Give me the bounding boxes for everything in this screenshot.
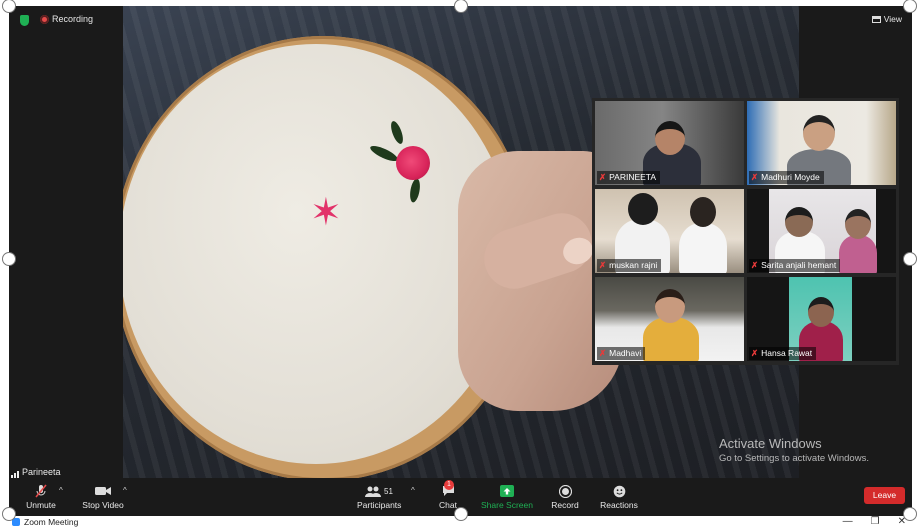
- recording-icon[interactable]: [40, 15, 49, 24]
- participant-head: [655, 121, 685, 155]
- participant-head: [690, 197, 716, 227]
- active-speaker-name: Parineeta: [22, 467, 61, 477]
- unmute-label: Unmute: [26, 500, 56, 510]
- chat-unread-badge: 1: [444, 480, 454, 490]
- video-camera-icon: [81, 483, 125, 499]
- participant-name: Sarita anjali hemant: [761, 260, 837, 270]
- video-tile[interactable]: ✗ Madhavi: [595, 277, 744, 361]
- muted-mic-icon: ✗: [751, 172, 759, 182]
- participant-head: [655, 289, 685, 323]
- stop-video-button[interactable]: Stop Video: [81, 483, 125, 511]
- participant-body: [839, 235, 877, 273]
- activate-windows-watermark: Activate Windows Go to Settings to activ…: [719, 436, 869, 465]
- participant-label: ✗ Madhavi: [597, 347, 646, 360]
- muted-mic-icon: ✗: [751, 260, 759, 270]
- restore-icon[interactable]: ❐: [871, 516, 880, 527]
- muted-mic-icon: ✗: [751, 348, 759, 358]
- participant-head: [628, 193, 658, 225]
- recording-label: Recording: [52, 14, 94, 24]
- record-label: Record: [551, 500, 579, 510]
- participant-head: [803, 115, 835, 151]
- signal-strength-icon: [11, 470, 19, 478]
- participant-head: [808, 297, 834, 327]
- participant-name: muskan rajni: [609, 260, 658, 270]
- reactions-button[interactable]: Reactions: [599, 483, 639, 511]
- embroidered-star: ✶: [310, 192, 342, 234]
- audio-options-chevron-icon[interactable]: ^: [59, 486, 63, 495]
- participants-label: Participants: [357, 500, 402, 510]
- participants-button[interactable]: 51 Participants: [357, 483, 401, 511]
- stop-video-label: Stop Video: [82, 500, 124, 510]
- embroidered-rose: [396, 146, 430, 180]
- resize-handle[interactable]: [2, 507, 16, 521]
- participant-head: [845, 209, 871, 239]
- resize-handle[interactable]: [903, 252, 917, 266]
- participant-label: ✗ Madhuri Moyde: [749, 171, 824, 184]
- participants-options-chevron-icon[interactable]: ^: [411, 486, 415, 495]
- muted-mic-icon: ✗: [599, 348, 607, 358]
- video-tile[interactable]: ✗ PARINEETA: [595, 101, 744, 185]
- video-options-chevron-icon[interactable]: ^: [123, 486, 127, 495]
- participant-name: Madhuri Moyde: [761, 172, 820, 182]
- view-button[interactable]: View: [871, 13, 902, 26]
- participant-head: [785, 207, 813, 237]
- participant-name: Hansa Rawat: [761, 348, 813, 358]
- window-title: Zoom Meeting: [12, 517, 78, 527]
- participant-name: PARINEETA: [609, 172, 657, 182]
- participant-label: ✗ Sarita anjali hemant: [749, 259, 841, 272]
- view-label: View: [883, 14, 902, 24]
- view-grid-icon: [871, 16, 881, 23]
- resize-handle[interactable]: [454, 507, 468, 521]
- zoom-app: ✶ Recording View ✗ PARINEETA ✗ Madhuri M…: [0, 0, 918, 527]
- reactions-smiley-icon: [599, 483, 639, 499]
- meeting-window: ✶ Recording View ✗ PARINEETA ✗ Madhuri M…: [9, 6, 912, 516]
- share-screen-label: Share Screen: [481, 500, 533, 510]
- video-tile[interactable]: ✗ Madhuri Moyde: [747, 101, 896, 185]
- leave-button[interactable]: Leave: [864, 487, 905, 504]
- embroidery-cloth: [123, 44, 513, 464]
- share-screen-icon: [481, 483, 533, 499]
- reactions-label: Reactions: [600, 500, 638, 510]
- participant-gallery: ✗ PARINEETA ✗ Madhuri Moyde ✗ muskan raj…: [592, 98, 899, 365]
- record-button[interactable]: Record: [549, 483, 581, 511]
- participant-body: [679, 223, 727, 273]
- record-icon: [549, 483, 581, 499]
- participants-icon: 51: [357, 483, 401, 499]
- muted-mic-icon: ✗: [599, 172, 607, 182]
- video-tile[interactable]: ✗ muskan rajni: [595, 189, 744, 273]
- video-tile[interactable]: ✗ Sarita anjali hemant: [747, 189, 896, 273]
- watermark-subtitle: Go to Settings to activate Windows.: [719, 453, 869, 464]
- resize-handle[interactable]: [903, 507, 917, 521]
- active-speaker-label: Parineeta: [11, 466, 61, 478]
- unmute-button[interactable]: Unmute: [23, 483, 59, 511]
- video-tile[interactable]: ✗ Hansa Rawat: [747, 277, 896, 361]
- muted-mic-icon: ✗: [599, 260, 607, 270]
- encryption-shield-icon[interactable]: [20, 15, 29, 26]
- share-screen-button[interactable]: Share Screen: [481, 483, 533, 511]
- participants-count: 51: [384, 486, 393, 496]
- muted-mic-icon: [23, 483, 59, 499]
- participant-label: ✗ Hansa Rawat: [749, 347, 817, 360]
- participant-name: Madhavi: [609, 348, 642, 358]
- resize-handle[interactable]: [2, 252, 16, 266]
- window-title-text: Zoom Meeting: [24, 517, 79, 527]
- participant-label: ✗ muskan rajni: [597, 259, 662, 272]
- minimize-icon[interactable]: —: [843, 516, 853, 527]
- resize-handle[interactable]: [903, 0, 917, 13]
- participant-label: ✗ PARINEETA: [597, 171, 661, 184]
- watermark-title: Activate Windows: [719, 436, 822, 451]
- window-controls: — ❐ ✕: [843, 516, 906, 527]
- participant-body: [643, 317, 699, 361]
- chat-icon: 1: [435, 480, 461, 499]
